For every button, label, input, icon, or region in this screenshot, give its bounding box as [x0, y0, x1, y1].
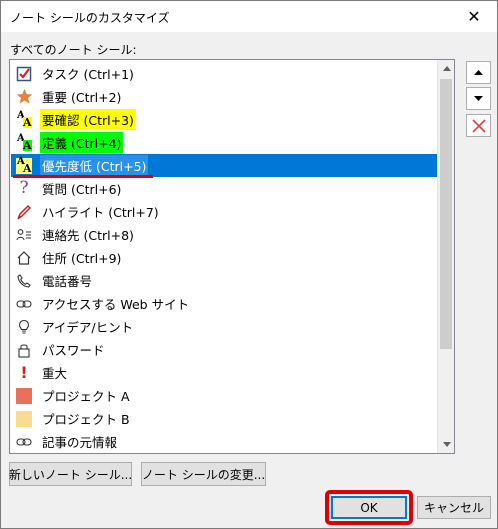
chevron-down-icon	[442, 442, 451, 447]
list-item[interactable]: アイデア/ヒント	[11, 315, 437, 338]
vertical-scrollbar[interactable]	[437, 60, 454, 453]
exclamation-icon: !	[20, 362, 28, 382]
highlight-yellow-icon: AA	[17, 109, 32, 129]
highlight-icon: AA	[16, 155, 32, 175]
tags-list: タスク (Ctrl+1) 重要 (Ctrl+2) AA 要確認 (Ctrl+3)…	[11, 62, 437, 453]
list-item-label: パスワード	[42, 343, 105, 358]
all-tags-label: すべてのノート シール:	[10, 43, 137, 57]
pen-icon	[14, 202, 34, 222]
link-icon	[14, 432, 34, 452]
phone-icon	[14, 271, 34, 291]
arrow-up-icon	[474, 70, 483, 75]
contact-icon	[14, 225, 34, 245]
list-item-label: 優先度低 (Ctrl+5)	[40, 155, 149, 176]
list-item-label: 連絡先 (Ctrl+8)	[42, 228, 134, 243]
delete-icon	[471, 118, 486, 133]
list-item[interactable]: 重要 (Ctrl+2)	[11, 85, 437, 108]
yellow-square-icon	[14, 409, 34, 429]
list-item[interactable]: 住所 (Ctrl+9)	[11, 246, 437, 269]
list-item-selected[interactable]: AA 優先度低 (Ctrl+5)	[11, 154, 437, 178]
dialog-title: ノート シールのカスタマイズ	[10, 11, 170, 25]
list-item-label: 重要 (Ctrl+2)	[42, 90, 122, 105]
lock-icon	[14, 340, 34, 360]
list-item[interactable]: 電話番号	[11, 269, 437, 292]
list-item[interactable]: タスク (Ctrl+1)	[11, 62, 437, 85]
list-item[interactable]: AA 定義 (Ctrl+4)	[11, 131, 437, 154]
highlight-green-icon: AA	[17, 132, 32, 152]
modify-tag-button[interactable]: ノート シールの変更...	[141, 462, 266, 486]
list-item-label: 電話番号	[42, 274, 93, 289]
red-square-icon	[14, 386, 34, 406]
list-item[interactable]: AA 要確認 (Ctrl+3)	[11, 108, 437, 131]
list-item-label: 重大	[42, 366, 68, 381]
list-item-label: プロジェクト B	[42, 412, 130, 427]
list-item[interactable]: ! 重大	[11, 361, 437, 384]
new-tag-button[interactable]: 新しいノート シール...	[9, 462, 132, 486]
list-item[interactable]: ? 質問 (Ctrl+6)	[11, 177, 437, 200]
move-down-button[interactable]	[466, 87, 491, 110]
title-bar: ノート シールのカスタマイズ ✕	[1, 1, 497, 32]
arrow-down-icon	[474, 96, 483, 101]
list-item-label: 質問 (Ctrl+6)	[42, 182, 122, 197]
close-button[interactable]: ✕	[451, 1, 497, 31]
move-up-button[interactable]	[466, 61, 491, 84]
list-item[interactable]: 記事の元情報	[11, 430, 437, 453]
checkbox-icon	[14, 64, 34, 84]
question-icon: ?	[19, 178, 29, 198]
list-item-label: プロジェクト A	[42, 389, 130, 404]
chevron-up-icon	[442, 66, 451, 71]
list-item[interactable]: 連絡先 (Ctrl+8)	[11, 223, 437, 246]
lightbulb-icon	[14, 317, 34, 337]
list-item-label: アクセスする Web サイト	[42, 297, 190, 312]
scroll-up-button[interactable]	[438, 60, 454, 77]
list-item[interactable]: ハイライト (Ctrl+7)	[11, 200, 437, 223]
delete-button[interactable]	[466, 114, 491, 137]
list-item[interactable]: プロジェクト A	[11, 384, 437, 407]
list-item-label: タスク (Ctrl+1)	[42, 67, 134, 82]
list-item-label: 定義 (Ctrl+4)	[40, 132, 124, 153]
list-item-label: アイデア/ヒント	[42, 320, 134, 335]
list-item[interactable]: アクセスする Web サイト	[11, 292, 437, 315]
tags-listbox[interactable]: タスク (Ctrl+1) 重要 (Ctrl+2) AA 要確認 (Ctrl+3)…	[9, 59, 455, 454]
list-item-label: 要確認 (Ctrl+3)	[40, 109, 136, 130]
cancel-button[interactable]: キャンセル	[417, 496, 491, 519]
list-item-label: 記事の元情報	[42, 435, 118, 450]
scrollbar-thumb[interactable]	[440, 79, 452, 349]
close-icon: ✕	[467, 6, 481, 26]
list-item[interactable]: プロジェクト B	[11, 407, 437, 430]
link-icon	[14, 294, 34, 314]
list-item[interactable]: パスワード	[11, 338, 437, 361]
star-icon	[14, 87, 34, 107]
home-icon	[14, 248, 34, 268]
list-item-label: ハイライト (Ctrl+7)	[42, 205, 159, 220]
ok-button[interactable]: OK	[331, 496, 407, 519]
customize-tags-dialog: ノート シールのカスタマイズ ✕ すべてのノート シール: タスク (Ctrl+…	[0, 0, 498, 529]
list-item-label: 住所 (Ctrl+9)	[42, 251, 122, 266]
scroll-down-button[interactable]	[438, 436, 454, 453]
